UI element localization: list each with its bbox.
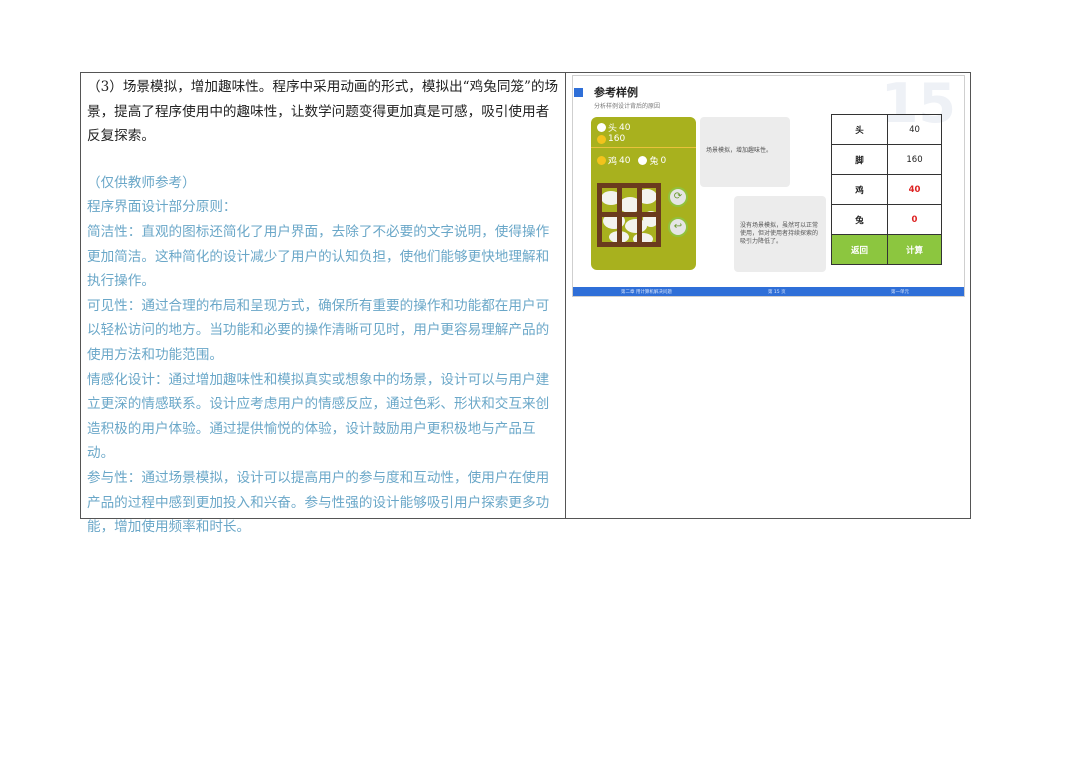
principle-emotional: 情感化设计：通过增加趣味性和模拟真实或想象中的场景，设计可以与用户建立更深的情感… bbox=[87, 371, 550, 462]
game-rabbit-label: 兔 bbox=[649, 157, 659, 167]
game-chicken-value: 40 bbox=[619, 155, 631, 166]
principle-participation: 参与性：通过场景模拟，设计可以提高用户的参与度和互动性，使用户在使用产品的过程中… bbox=[87, 469, 550, 536]
intro-paragraph: （3）场景模拟，增加趣味性。程序中采用动画的形式，模拟出“鸡兔同笼”的场景，提高… bbox=[87, 79, 559, 145]
calc-feet-label: 脚 bbox=[831, 144, 888, 175]
document-table: （3）场景模拟，增加趣味性。程序中采用动画的形式，模拟出“鸡兔同笼”的场景，提高… bbox=[80, 72, 971, 535]
head-icon bbox=[597, 123, 606, 132]
principles-title: 程序界面设计部分原则： bbox=[87, 199, 237, 216]
calculate-button[interactable]: 计算 bbox=[887, 234, 942, 265]
game-feet-value: 160 bbox=[608, 134, 626, 144]
reference-slide: 15 参考样例 分析样例设计背后的原因 头 40 160 鸡 40 兔 0 ⟳ … bbox=[572, 75, 965, 297]
footer-chapter: 第二章 用计算机解决问题 bbox=[621, 290, 672, 295]
teacher-note-header: （仅供教师参考） bbox=[87, 174, 196, 191]
annotation-scene: 场景模拟，增加趣味性。 bbox=[700, 117, 790, 187]
calc-rabbit-label: 兔 bbox=[831, 204, 888, 235]
calc-chicken-value: 40 bbox=[887, 174, 942, 205]
game-head-value: 40 bbox=[619, 122, 631, 133]
game-head-label: 头 bbox=[608, 124, 618, 134]
back-arrow-icon: ↩ bbox=[668, 217, 688, 237]
game-scene-screenshot: 头 40 160 鸡 40 兔 0 ⟳ ↩ bbox=[591, 117, 696, 270]
game-chicken-label: 鸡 bbox=[608, 157, 618, 167]
principle-visibility: 可见性：通过合理的布局和呈现方式，确保所有重要的操作和功能都在用户可以轻松访问的… bbox=[87, 297, 550, 363]
divider bbox=[591, 147, 696, 148]
slide-title: 参考样例 bbox=[594, 86, 638, 99]
rabbit-icon bbox=[638, 156, 648, 165]
paw-icon bbox=[597, 134, 606, 144]
text-cell: （3）场景模拟，增加趣味性。程序中采用动画的形式，模拟出“鸡兔同笼”的场景，提高… bbox=[81, 73, 566, 535]
calc-chicken-label: 鸡 bbox=[831, 174, 888, 205]
calc-head-value: 40 bbox=[887, 114, 942, 145]
calc-feet-value: 160 bbox=[887, 144, 942, 175]
footer-unit: 第一单元 bbox=[891, 290, 909, 295]
slide-footer: 第二章 用计算机解决问题 第 15 页 第一单元 bbox=[573, 287, 964, 296]
game-animal-row: 鸡 40 兔 0 bbox=[597, 154, 666, 167]
calculator-table: 头 40 脚 160 鸡 40 兔 0 返回 计算 bbox=[831, 114, 942, 265]
refresh-icon: ⟳ bbox=[668, 187, 688, 207]
footer-page: 第 15 页 bbox=[768, 290, 786, 295]
calc-rabbit-value: 0 bbox=[887, 204, 942, 235]
annotation-no-scene: 没有场景模拟，虽然可以正常使用，但对使用者持续探索的吸引力降低了。 bbox=[734, 196, 826, 272]
game-feet-row: 160 bbox=[597, 134, 625, 144]
calc-head-label: 头 bbox=[831, 114, 888, 145]
principle-simplicity: 简洁性：直观的图标还简化了用户界面，去除了不必要的文字说明，使得操作更加简洁。这… bbox=[87, 223, 550, 290]
game-rabbit-value: 0 bbox=[660, 155, 667, 166]
game-head-row: 头 40 bbox=[597, 121, 630, 134]
back-button[interactable]: 返回 bbox=[831, 234, 888, 265]
slide-subtitle: 分析样例设计背后的原因 bbox=[594, 103, 661, 110]
cage-fence bbox=[597, 183, 661, 247]
chick-icon bbox=[597, 156, 606, 165]
title-accent-square bbox=[574, 88, 583, 97]
